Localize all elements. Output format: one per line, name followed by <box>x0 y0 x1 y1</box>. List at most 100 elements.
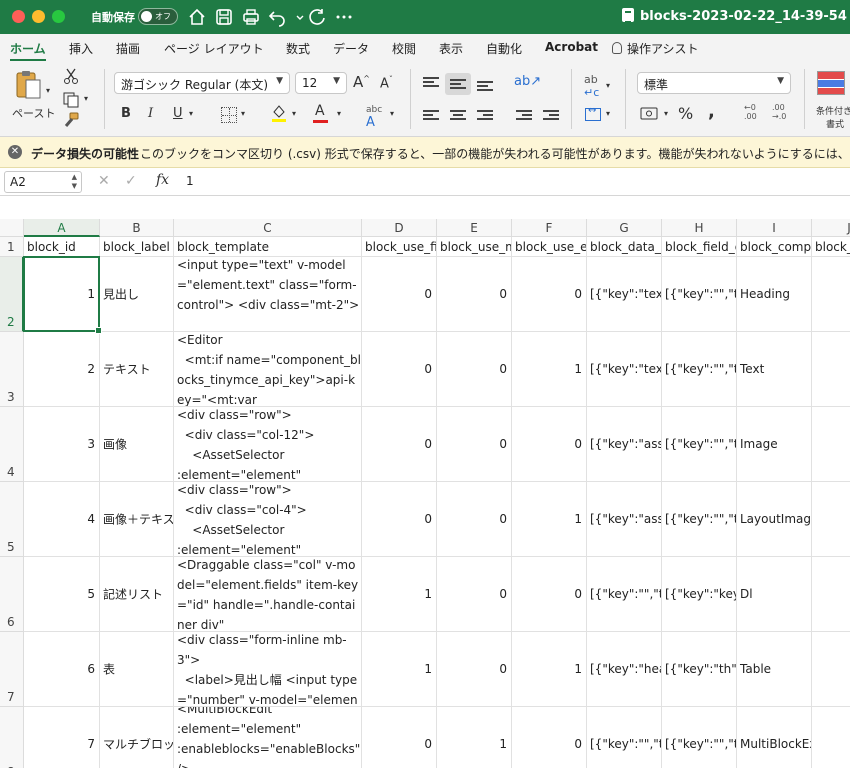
conditional-formatting-label-1[interactable]: 条件付き <box>816 104 850 117</box>
align-bottom-icon[interactable] <box>477 81 493 93</box>
row-header[interactable]: 1 <box>0 237 24 257</box>
table-cell[interactable]: 5 <box>24 557 100 632</box>
table-cell[interactable]: 1 <box>512 332 587 407</box>
more-icon[interactable] <box>333 6 355 28</box>
table-cell[interactable]: <MultiBlockEdit :element="element" :enab… <box>174 707 362 768</box>
align-top-icon[interactable] <box>423 77 439 89</box>
column-header[interactable]: C <box>174 219 362 237</box>
table-cell[interactable]: [{"key":"","typ <box>662 707 737 768</box>
table-cell[interactable]: テキスト <box>100 332 174 407</box>
table-cell[interactable]: 0 <box>362 257 437 332</box>
table-cell[interactable]: マルチブロック <box>100 707 174 768</box>
row-header[interactable]: 3 <box>0 332 24 407</box>
phonetic-dropdown-icon[interactable]: ▾ <box>390 109 394 118</box>
header-cell[interactable]: block_template <box>174 237 362 257</box>
table-cell[interactable]: 0 <box>437 332 512 407</box>
tab-acrobat[interactable]: Acrobat <box>545 40 598 54</box>
insert-function-icon[interactable]: fx <box>156 172 169 188</box>
table-cell[interactable] <box>812 557 850 632</box>
table-cell[interactable]: 0 <box>362 482 437 557</box>
table-cell[interactable]: [{"key":"","typ <box>662 482 737 557</box>
undo-icon[interactable] <box>266 6 288 28</box>
header-cell[interactable]: block_id <box>24 237 100 257</box>
increase-font-size-icon[interactable]: A^ <box>353 73 370 91</box>
accounting-dropdown-icon[interactable]: ▾ <box>664 109 668 118</box>
table-cell[interactable]: Dl <box>737 557 812 632</box>
table-cell[interactable]: 0 <box>437 482 512 557</box>
table-cell[interactable]: 0 <box>362 707 437 768</box>
conditional-formatting-label-2[interactable]: 書式 <box>826 117 844 130</box>
underline-button[interactable]: U <box>173 106 183 121</box>
merge-center-icon[interactable]: ↔ <box>585 105 601 121</box>
tab-automate[interactable]: 自動化 <box>486 40 522 57</box>
table-cell[interactable]: [{"key":"asse <box>587 482 662 557</box>
copy-icon[interactable] <box>62 91 80 112</box>
table-cell[interactable]: 4 <box>24 482 100 557</box>
row-header[interactable]: 7 <box>0 632 24 707</box>
table-cell[interactable]: 0 <box>512 407 587 482</box>
tab-draw[interactable]: 描画 <box>116 40 140 57</box>
paste-label[interactable]: ペースト <box>12 105 55 121</box>
column-header[interactable]: D <box>362 219 437 237</box>
borders-icon[interactable] <box>221 107 237 123</box>
table-cell[interactable]: 6 <box>24 632 100 707</box>
increase-indent-icon[interactable] <box>543 110 559 122</box>
table-cell[interactable]: 記述リスト <box>100 557 174 632</box>
cut-icon[interactable] <box>62 67 80 88</box>
table-cell[interactable]: [{"key":"","typ <box>662 257 737 332</box>
paste-dropdown-icon[interactable]: ▾ <box>46 86 50 95</box>
table-cell[interactable]: Table <box>737 632 812 707</box>
column-header[interactable]: E <box>437 219 512 237</box>
header-cell[interactable]: block_use_m <box>437 237 512 257</box>
table-cell[interactable]: 0 <box>512 707 587 768</box>
row-header[interactable]: 4 <box>0 407 24 482</box>
table-cell[interactable]: [{"key":"key" <box>662 557 737 632</box>
table-cell[interactable]: 見出し <box>100 257 174 332</box>
table-cell[interactable] <box>812 632 850 707</box>
borders-dropdown-icon[interactable]: ▾ <box>241 109 245 118</box>
row-header[interactable]: 8 <box>0 707 24 768</box>
header-cell[interactable]: block_use_ed <box>512 237 587 257</box>
table-cell[interactable]: [{"key":"","typ <box>662 332 737 407</box>
row-header[interactable]: 6 <box>0 557 24 632</box>
redo-icon[interactable] <box>306 6 328 28</box>
zoom-window-button[interactable] <box>52 10 65 23</box>
table-cell[interactable]: [{"key":"","typ <box>587 707 662 768</box>
header-cell[interactable]: block_data_d <box>587 237 662 257</box>
table-cell[interactable]: 0 <box>437 407 512 482</box>
table-cell[interactable]: 1 <box>512 482 587 557</box>
save-icon[interactable] <box>213 6 235 28</box>
align-right-icon[interactable] <box>477 110 493 122</box>
font-name-dropdown[interactable]: 游ゴシック Regular (本文) ▼ <box>114 72 290 94</box>
table-cell[interactable]: [{"key":"th"," <box>662 632 737 707</box>
copy-dropdown-icon[interactable]: ▾ <box>84 94 88 103</box>
autosave-toggle[interactable]: オフ <box>138 8 178 25</box>
comma-style-icon[interactable]: , <box>708 101 715 122</box>
row-header[interactable]: 2 <box>0 257 24 332</box>
table-cell[interactable]: 0 <box>362 332 437 407</box>
column-header[interactable]: B <box>100 219 174 237</box>
table-cell[interactable]: <div class="row"> <div class="col-12"> <… <box>174 407 362 482</box>
table-cell[interactable]: <Draggable class="col" v-model="element.… <box>174 557 362 632</box>
wrap-text-dropdown-icon[interactable]: ▾ <box>606 81 610 90</box>
table-cell[interactable] <box>812 407 850 482</box>
wrap-text-icon[interactable]: ab ↵c <box>584 73 599 99</box>
select-all-corner[interactable] <box>0 219 24 237</box>
home-icon[interactable] <box>186 6 208 28</box>
print-icon[interactable] <box>240 6 262 28</box>
table-cell[interactable]: 7 <box>24 707 100 768</box>
table-cell[interactable] <box>812 332 850 407</box>
decrease-font-size-icon[interactable]: Aˇ <box>380 75 393 91</box>
tab-page-layout[interactable]: ページ レイアウト <box>164 40 264 57</box>
accounting-format-icon[interactable] <box>640 106 660 125</box>
table-cell[interactable]: [{"key":"","typ <box>662 407 737 482</box>
table-cell[interactable] <box>812 482 850 557</box>
table-cell[interactable]: 0 <box>437 557 512 632</box>
table-cell[interactable]: 表 <box>100 632 174 707</box>
undo-dropdown-icon[interactable] <box>289 6 304 28</box>
table-cell[interactable]: LayoutImage <box>737 482 812 557</box>
table-cell[interactable]: 1 <box>512 632 587 707</box>
close-notification-icon[interactable]: ✕ <box>8 145 22 159</box>
table-cell[interactable]: <Editor <mt:if name="component_blocks_ti… <box>174 332 362 407</box>
name-box-spinner-icon[interactable]: ▲ ▼ <box>72 173 77 191</box>
